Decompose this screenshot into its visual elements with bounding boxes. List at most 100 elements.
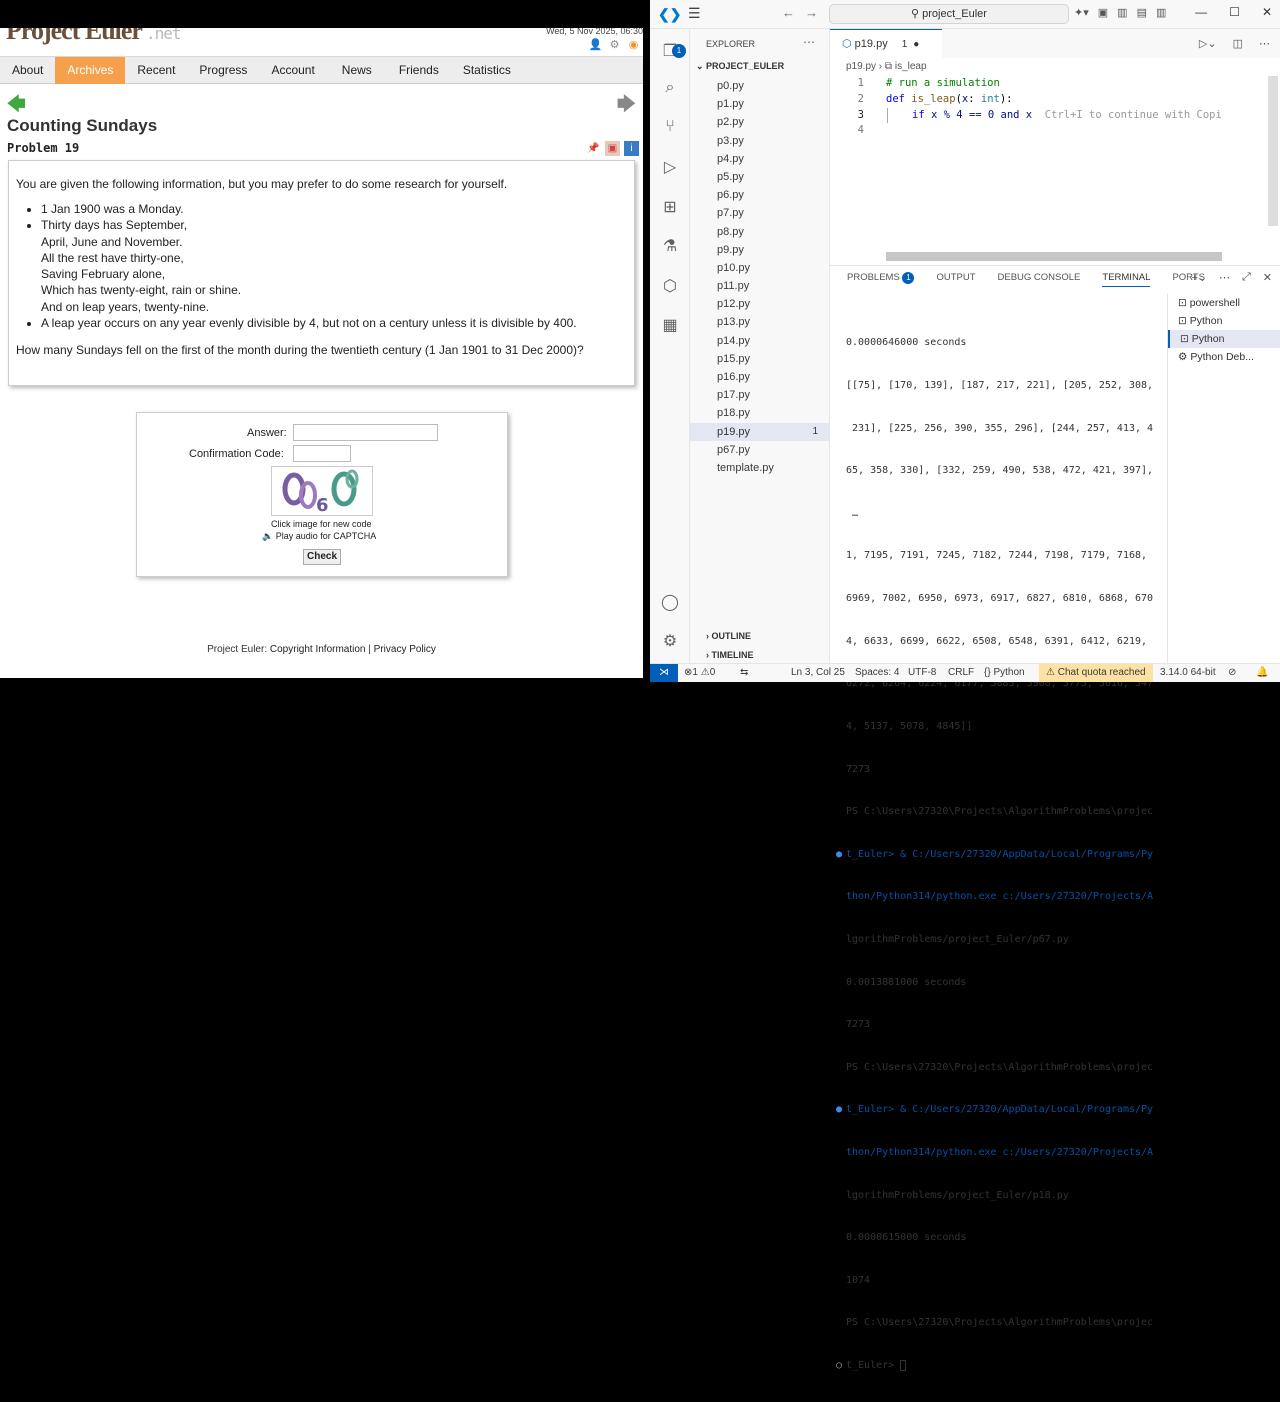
breadcrumb-symbol[interactable]: is_leap bbox=[895, 61, 927, 72]
copyright-link[interactable]: Copyright Information bbox=[270, 644, 366, 655]
terminal-session-selected[interactable]: ⊡ Python bbox=[1168, 330, 1280, 348]
next-problem-icon[interactable]: 🡆 bbox=[617, 92, 636, 122]
copilot-icon[interactable]: ✦▾ bbox=[1074, 6, 1089, 19]
minimize-icon[interactable]: — bbox=[1195, 5, 1207, 19]
file-item[interactable]: p16.py bbox=[690, 368, 830, 386]
search-icon[interactable]: ⚙ bbox=[607, 38, 622, 53]
copilot-disabled-icon[interactable]: ⊘ bbox=[1228, 664, 1236, 682]
toggle-panel-icon[interactable]: ▤ bbox=[1137, 6, 1147, 19]
cursor-position[interactable]: Ln 3, Col 25 bbox=[791, 664, 845, 682]
file-item[interactable]: template.py bbox=[690, 459, 830, 477]
nav-archives[interactable]: Archives bbox=[55, 57, 126, 84]
tab-p19[interactable]: ⬡ p19.py 1 ● bbox=[830, 29, 942, 58]
play-audio-captcha[interactable]: 🔈 Play audio for CAPTCHA bbox=[262, 531, 376, 542]
run-debug-icon[interactable]: ▷ bbox=[660, 157, 680, 177]
file-item[interactable]: p12.py bbox=[690, 295, 830, 313]
python-interpreter[interactable]: 3.14.0 64-bit bbox=[1160, 664, 1216, 682]
indentation-setting[interactable]: Spaces: 4 bbox=[855, 664, 899, 682]
more-actions-icon[interactable]: ⋯ bbox=[1219, 271, 1230, 284]
command-decoration-icon[interactable]: ● bbox=[836, 848, 842, 862]
testing-icon[interactable]: ⚗ bbox=[660, 236, 680, 256]
nav-progress[interactable]: Progress bbox=[187, 57, 259, 84]
file-item[interactable]: p17.py bbox=[690, 386, 830, 404]
code-editor[interactable]: 1 # run a simulation 2 def is_leap(x: int)… bbox=[830, 76, 1280, 262]
file-item[interactable]: p8.py bbox=[690, 223, 830, 241]
docker-icon[interactable]: ▦ bbox=[660, 315, 680, 335]
search-icon[interactable]: ⌕ bbox=[660, 79, 680, 99]
file-item[interactable]: p11.py bbox=[690, 277, 830, 295]
file-item[interactable]: p14.py bbox=[690, 332, 830, 350]
close-panel-icon[interactable]: ✕ bbox=[1263, 271, 1272, 284]
project-folder[interactable]: ⌄ PROJECT_EULER bbox=[696, 61, 784, 72]
file-item[interactable]: p4.py bbox=[690, 150, 830, 168]
maximize-panel-icon[interactable]: ⤢ bbox=[1242, 271, 1251, 284]
maximize-icon[interactable]: ☐ bbox=[1229, 5, 1240, 19]
unsaved-dot-icon[interactable]: ● bbox=[913, 39, 919, 50]
settings-gear-icon[interactable]: ⚙ bbox=[660, 631, 680, 651]
more-actions-icon[interactable]: ⋯ bbox=[803, 35, 815, 49]
file-item[interactable]: p2.py bbox=[690, 113, 830, 131]
forward-icon[interactable]: → bbox=[805, 5, 828, 20]
file-item[interactable]: p6.py bbox=[690, 186, 830, 204]
encoding-setting[interactable]: UTF-8 bbox=[908, 664, 936, 682]
new-terminal-icon[interactable]: +⌄ bbox=[1191, 271, 1207, 284]
file-item[interactable]: p13.py bbox=[690, 313, 830, 331]
user-icon[interactable]: 👤 bbox=[588, 38, 603, 53]
rss-icon[interactable]: ◉ bbox=[626, 38, 641, 53]
tab-problems[interactable]: PROBLEMS 1 bbox=[847, 272, 915, 287]
tab-terminal[interactable]: TERMINAL bbox=[1102, 272, 1151, 287]
breadcrumb-file[interactable]: p19.py bbox=[846, 61, 876, 72]
file-item[interactable]: p3.py bbox=[690, 132, 830, 150]
nav-friends[interactable]: Friends bbox=[387, 57, 451, 84]
timeline-section[interactable]: › TIMELINE bbox=[706, 650, 754, 660]
terminal-session[interactable]: ⚙ Python Deb... bbox=[1168, 348, 1280, 366]
toggle-sidebar-icon[interactable]: ▥ bbox=[1117, 6, 1127, 19]
ports-icon[interactable]: ⇆ bbox=[740, 664, 748, 682]
command-center-search[interactable]: ⚲ project_Euler bbox=[829, 4, 1069, 24]
file-item[interactable]: p0.py bbox=[690, 77, 830, 95]
terminal-output[interactable]: 0.0000646000 seconds [[75], [170, 139], … bbox=[836, 308, 1168, 1402]
command-decoration-icon[interactable]: ● bbox=[836, 1103, 842, 1117]
nav-news[interactable]: News bbox=[327, 57, 387, 84]
file-item[interactable]: p7.py bbox=[690, 204, 830, 222]
file-item-active[interactable]: p19.py 1 bbox=[690, 422, 830, 441]
nav-recent[interactable]: Recent bbox=[125, 57, 187, 84]
file-item[interactable]: p18.py bbox=[690, 404, 830, 422]
back-icon[interactable]: ← bbox=[782, 5, 805, 20]
nav-account[interactable]: Account bbox=[259, 57, 326, 84]
terminal-session[interactable]: ⊡ Python bbox=[1168, 312, 1280, 330]
tab-debug-console[interactable]: DEBUG CONSOLE bbox=[998, 272, 1081, 287]
check-button[interactable]: Check bbox=[303, 549, 341, 565]
captcha-image[interactable]: 6 bbox=[271, 466, 373, 516]
file-item[interactable]: p15.py bbox=[690, 350, 830, 368]
chat-quota-status[interactable]: ⚠ Chat quota reached bbox=[1039, 664, 1153, 682]
info-icon[interactable]: i bbox=[624, 141, 639, 156]
menu-icon[interactable]: ☰ bbox=[688, 5, 701, 22]
horizontal-scrollbar[interactable] bbox=[886, 252, 1222, 261]
nav-statistics[interactable]: Statistics bbox=[451, 57, 523, 84]
answer-input[interactable] bbox=[293, 424, 438, 441]
tab-output[interactable]: OUTPUT bbox=[936, 272, 975, 287]
file-item[interactable]: p5.py bbox=[690, 168, 830, 186]
problems-status[interactable]: ⊗1 ⚠0 bbox=[684, 664, 715, 682]
language-mode[interactable]: {} Python bbox=[984, 664, 1025, 682]
account-icon[interactable]: ◯ bbox=[660, 592, 680, 612]
confirmation-code-input[interactable] bbox=[293, 445, 351, 462]
terminal-session[interactable]: ⊡ powershell bbox=[1168, 294, 1280, 312]
file-item[interactable]: p67.py bbox=[690, 441, 830, 459]
outline-section[interactable]: › OUTLINE bbox=[706, 631, 751, 641]
extensions-icon[interactable]: ⊞ bbox=[660, 197, 680, 217]
more-actions-icon[interactable]: ⋯ bbox=[1259, 37, 1270, 50]
split-editor-icon[interactable]: ◫ bbox=[1233, 37, 1243, 50]
snapshot-icon[interactable]: ▣ bbox=[605, 141, 620, 156]
terminal-prompt[interactable]: ○ t_Euler> bbox=[836, 1359, 1168, 1373]
close-icon[interactable]: ✕ bbox=[1262, 5, 1272, 19]
eol-setting[interactable]: CRLF bbox=[948, 664, 974, 682]
file-item[interactable]: p1.py bbox=[690, 95, 830, 113]
pin-icon[interactable]: 📌 bbox=[586, 141, 601, 156]
privacy-link[interactable]: Privacy Policy bbox=[374, 644, 436, 655]
vertical-scrollbar[interactable] bbox=[1268, 76, 1278, 226]
file-item[interactable]: p10.py bbox=[690, 259, 830, 277]
notifications-bell-icon[interactable]: 🔔 bbox=[1256, 664, 1268, 682]
run-icon[interactable]: ▷⌄ bbox=[1199, 37, 1217, 50]
